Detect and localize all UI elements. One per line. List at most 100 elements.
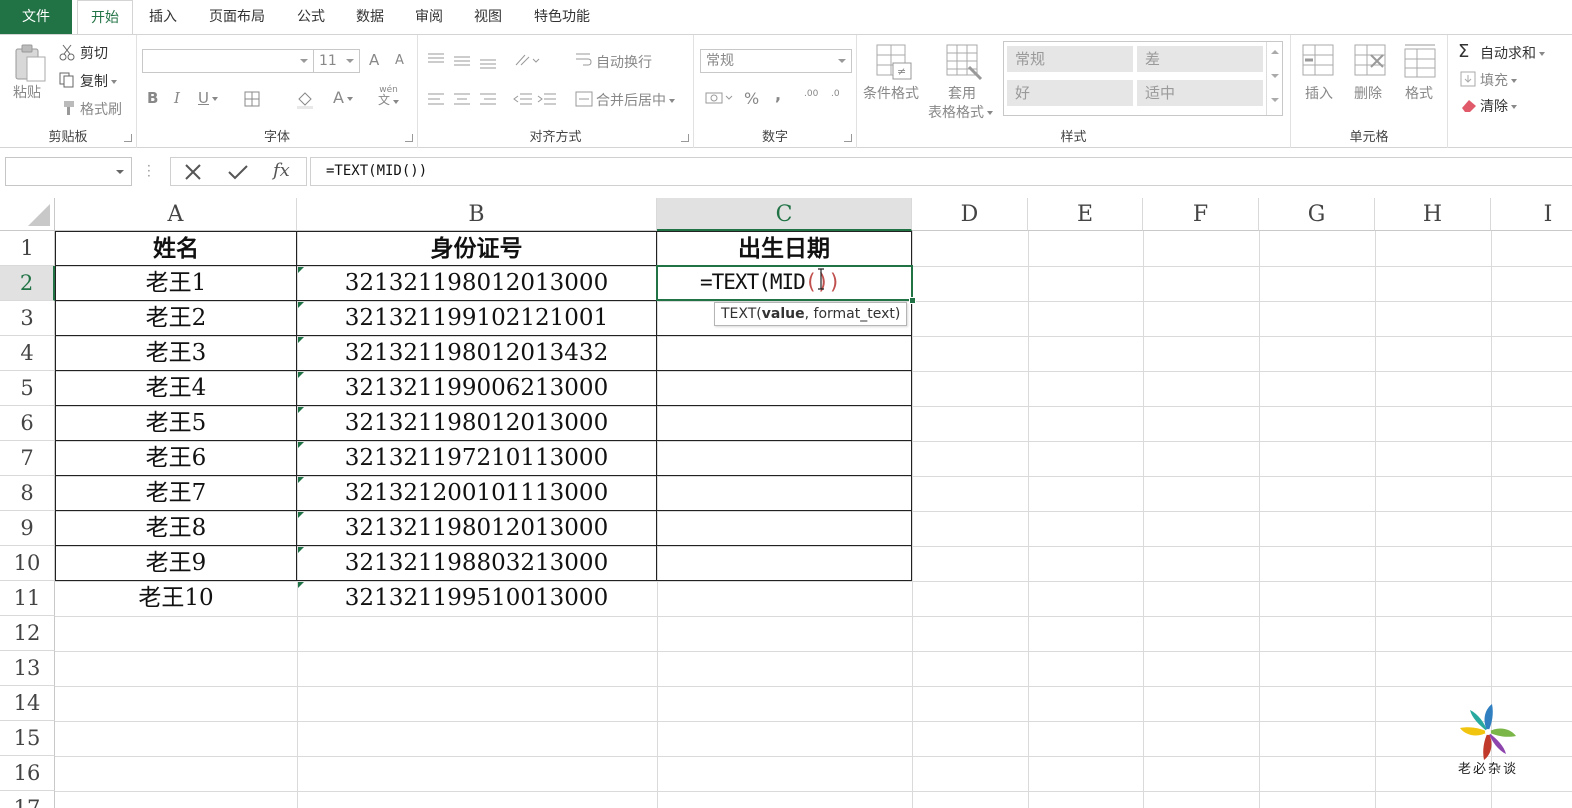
format-as-table-button[interactable]: 表格格式 — [928, 102, 993, 122]
tab-data[interactable]: 数据 — [347, 0, 393, 34]
cell-name[interactable]: 老王1 — [56, 266, 296, 301]
select-all-corner[interactable] — [0, 198, 55, 231]
row-header[interactable]: 8 — [0, 476, 55, 511]
number-format-select[interactable]: 常规 — [700, 49, 852, 73]
number-as-text-indicator[interactable] — [298, 547, 304, 553]
row-header[interactable]: 6 — [0, 406, 55, 441]
paste-icon[interactable] — [12, 43, 48, 83]
column-header-a[interactable]: A — [55, 198, 297, 231]
tab-insert[interactable]: 插入 — [140, 0, 186, 34]
formula-bar-splitter[interactable]: · · · — [147, 160, 151, 182]
conditional-format-button[interactable]: 条件格式 — [863, 83, 919, 103]
cell-id-number[interactable]: 321321199510013000 — [297, 581, 656, 616]
underline-button[interactable]: U — [198, 89, 218, 107]
number-as-text-indicator[interactable] — [298, 302, 304, 308]
font-name-select[interactable] — [142, 49, 314, 73]
row-header[interactable]: 4 — [0, 336, 55, 371]
column-header-i[interactable]: I — [1491, 198, 1572, 231]
wrap-text-button[interactable]: 自动换行 — [596, 52, 652, 72]
header-cell-name[interactable]: 姓名 — [56, 231, 296, 266]
percent-button[interactable]: % — [744, 89, 759, 108]
format-painter-button[interactable]: 格式刷 — [80, 99, 122, 119]
bold-button[interactable]: B — [147, 89, 158, 107]
cell-name[interactable]: 老王4 — [56, 371, 296, 406]
row-header[interactable]: 1 — [0, 231, 55, 266]
copy-button[interactable]: 复制 — [80, 71, 117, 91]
merge-center-button[interactable]: 合并后居中 — [596, 90, 675, 110]
fill-color-icon[interactable] — [295, 89, 315, 109]
cancel-icon[interactable] — [183, 163, 203, 181]
cell-id-number[interactable]: 321321198012013000 — [297, 406, 656, 441]
delete-cells-button[interactable]: 删除 — [1354, 83, 1382, 103]
number-as-text-indicator[interactable] — [298, 407, 304, 413]
column-header-h[interactable]: H — [1375, 198, 1491, 231]
cell-id-number[interactable]: 321321198803213000 — [297, 546, 656, 581]
row-header[interactable]: 17 — [0, 791, 55, 808]
font-size-select[interactable]: 11 — [313, 49, 360, 73]
cell-name[interactable]: 老王9 — [56, 546, 296, 581]
shrink-font-button[interactable]: A — [395, 53, 404, 68]
tab-formulas[interactable]: 公式 — [288, 0, 334, 34]
cell-id-number[interactable]: 321321199102121001 — [297, 301, 656, 336]
style-bad[interactable]: 差 — [1137, 46, 1263, 72]
tab-review[interactable]: 审阅 — [406, 0, 452, 34]
number-as-text-indicator[interactable] — [298, 512, 304, 518]
cell-name[interactable]: 老王10 — [56, 581, 296, 616]
font-color-button[interactable]: A — [333, 88, 353, 107]
column-header-b[interactable]: B — [297, 198, 657, 231]
grow-font-button[interactable]: A — [369, 51, 379, 69]
tab-file[interactable]: 文件 — [0, 0, 72, 34]
enter-check-icon[interactable] — [227, 163, 249, 181]
orientation-icon[interactable] — [513, 51, 541, 69]
cell-id-number[interactable]: 321321199006213000 — [297, 371, 656, 406]
horizontal-align-icons[interactable] — [426, 90, 506, 108]
cell-id-number[interactable]: 321321198012013000 — [297, 266, 656, 301]
row-header[interactable]: 11 — [0, 581, 55, 616]
cell-id-number[interactable]: 321321198012013000 — [297, 511, 656, 546]
style-neutral[interactable]: 适中 — [1137, 80, 1263, 106]
tab-view[interactable]: 视图 — [465, 0, 511, 34]
styles-gallery-scroll[interactable] — [1266, 42, 1282, 115]
number-as-text-indicator[interactable] — [298, 267, 304, 273]
cell-id-number[interactable]: 321321198012013432 — [297, 336, 656, 371]
decrease-decimal-button[interactable]: .0 — [831, 89, 840, 99]
insert-cells-button[interactable]: 插入 — [1305, 83, 1333, 103]
row-header[interactable]: 3 — [0, 301, 55, 336]
name-box[interactable] — [5, 157, 132, 186]
column-header-f[interactable]: F — [1143, 198, 1259, 231]
number-as-text-indicator[interactable] — [298, 442, 304, 448]
italic-button[interactable]: I — [174, 89, 180, 107]
worksheet-grid[interactable]: A B C D E F G H I 1 2 3 4 5 6 7 8 9 10 1… — [0, 198, 1572, 808]
tooltip-current-argument[interactable]: value — [762, 306, 805, 322]
border-icon[interactable] — [243, 90, 261, 108]
paste-button[interactable]: 粘贴 — [13, 82, 41, 102]
row-header[interactable]: 14 — [0, 686, 55, 721]
currency-icon[interactable] — [704, 89, 734, 107]
fill-handle[interactable] — [909, 297, 916, 304]
phonetic-guide-button[interactable]: wén 文 — [378, 85, 400, 107]
style-good[interactable]: 好 — [1007, 80, 1133, 106]
row-header[interactable]: 9 — [0, 511, 55, 546]
column-header-g[interactable]: G — [1259, 198, 1375, 231]
row-header[interactable]: 2 — [0, 266, 55, 301]
format-as-table-label-1[interactable]: 套用 — [948, 83, 976, 103]
fill-button[interactable]: 填充 — [1480, 70, 1517, 90]
cell-name[interactable]: 老王7 — [56, 476, 296, 511]
cell-name[interactable]: 老王5 — [56, 406, 296, 441]
number-launcher-icon[interactable] — [844, 134, 852, 142]
font-launcher-icon[interactable] — [405, 134, 413, 142]
number-as-text-indicator[interactable] — [298, 477, 304, 483]
column-header-e[interactable]: E — [1028, 198, 1143, 231]
number-as-text-indicator[interactable] — [298, 337, 304, 343]
insert-function-icon[interactable]: fx — [273, 160, 290, 181]
tab-page-layout[interactable]: 页面布局 — [200, 0, 274, 34]
clipboard-launcher-icon[interactable] — [124, 134, 132, 142]
format-cells-button[interactable]: 格式 — [1405, 83, 1433, 103]
header-cell-birthdate[interactable]: 出生日期 — [657, 231, 911, 266]
style-normal[interactable]: 常规 — [1007, 46, 1133, 72]
row-header[interactable]: 10 — [0, 546, 55, 581]
number-as-text-indicator[interactable] — [298, 372, 304, 378]
cell-id-number[interactable]: 321321200101113000 — [297, 476, 656, 511]
row-header[interactable]: 15 — [0, 721, 55, 756]
formula-input[interactable]: =TEXT(MID()) — [310, 157, 1572, 186]
